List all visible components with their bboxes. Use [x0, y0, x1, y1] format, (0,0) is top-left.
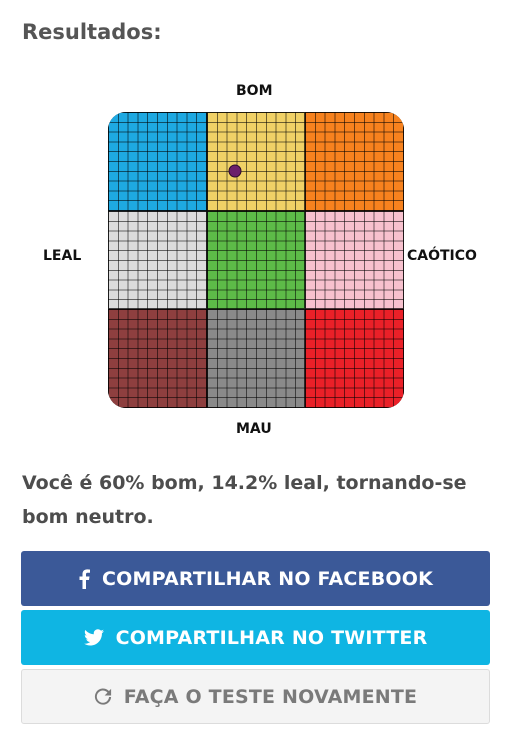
- twitter-icon: [83, 629, 104, 646]
- share-twitter-label: COMPARTILHAR NO TWITTER: [115, 626, 428, 649]
- result-marker: [228, 164, 242, 178]
- facebook-icon: [78, 568, 90, 589]
- result-text: Você é 60% bom, 14.2% leal, tornando-se …: [22, 472, 467, 528]
- cell-true-neutral: [206, 210, 306, 310]
- share-facebook-button[interactable]: COMPARTILHAR NO FACEBOOK: [21, 551, 490, 606]
- cell-neutral-good: [206, 112, 306, 211]
- alignment-grid: [108, 112, 404, 408]
- refresh-icon: [94, 687, 112, 706]
- cell-lawful-evil: [108, 309, 207, 408]
- cell-chaotic-neutral: [305, 210, 404, 310]
- share-twitter-button[interactable]: COMPARTILHAR NO TWITTER: [21, 610, 490, 665]
- results-title: Resultados:: [22, 20, 162, 44]
- cell-neutral-evil: [206, 309, 306, 408]
- axis-label-evil: MAU: [236, 421, 272, 437]
- cell-lawful-neutral: [108, 210, 207, 310]
- axis-label-lawful: LEAL: [43, 248, 82, 264]
- retake-quiz-label: FAÇA O TESTE NOVAMENTE: [123, 685, 418, 708]
- cell-lawful-good: [108, 112, 207, 211]
- retake-quiz-button[interactable]: FAÇA O TESTE NOVAMENTE: [21, 669, 490, 724]
- cell-chaotic-evil: [305, 309, 404, 408]
- axis-label-chaotic: CAÓTICO: [407, 248, 477, 264]
- share-facebook-label: COMPARTILHAR NO FACEBOOK: [101, 567, 434, 590]
- cell-chaotic-good: [305, 112, 404, 211]
- axis-label-good: BOM: [236, 83, 273, 99]
